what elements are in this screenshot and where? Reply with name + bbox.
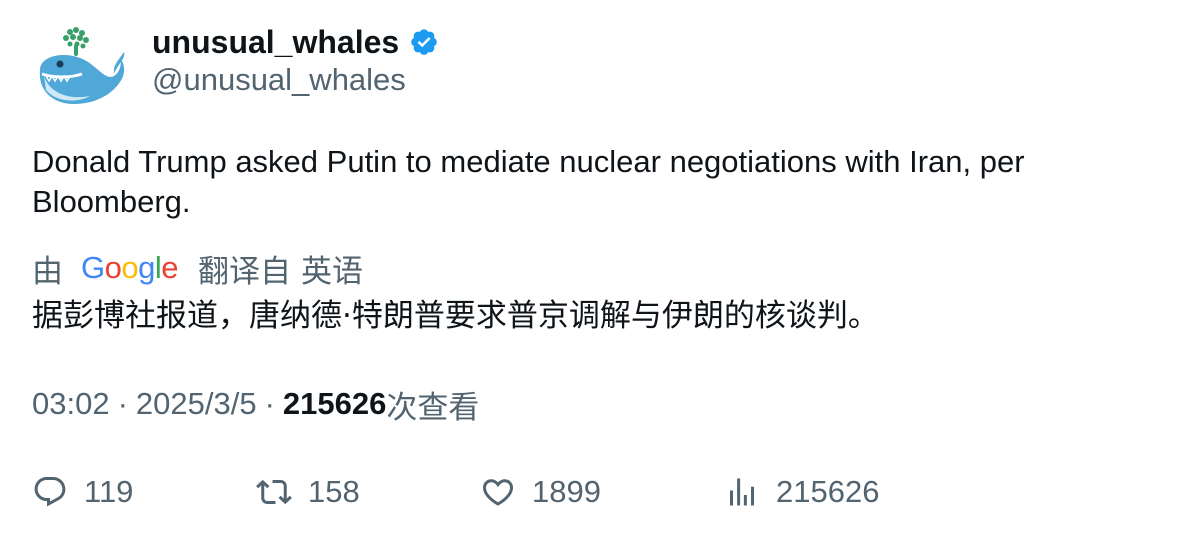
verified-badge-icon[interactable] [409, 27, 439, 57]
action-bar: 119 158 1899 215626 [32, 470, 1172, 514]
analytics-icon [730, 478, 754, 506]
tweet-meta: 03:02 · 2025/3/5 · 215626 次查看 [32, 384, 480, 425]
views-count: 215626 [282, 386, 387, 421]
retweet-icon [256, 479, 292, 505]
meta-separator: · [264, 386, 275, 421]
meta-separator: · [117, 386, 128, 421]
tweet-text: Donald Trump asked Putin to mediate nucl… [32, 144, 1025, 219]
author-display-name[interactable]: unusual_whales [152, 24, 399, 61]
like-count: 1899 [532, 474, 601, 509]
translation-by-label: 由 [32, 253, 63, 289]
reply-icon [34, 477, 66, 507]
views-label: 次查看 [386, 389, 480, 425]
tweet-date[interactable]: 2025/3/5 [136, 386, 257, 422]
avatar[interactable] [30, 24, 126, 114]
like-button[interactable]: 1899 [480, 470, 601, 514]
reply-count: 119 [84, 474, 134, 509]
google-logo-icon: Google [81, 250, 179, 285]
translation-attribution: 由 Google 翻译自 英语 [32, 246, 363, 290]
heart-icon [482, 479, 514, 506]
views-action-count: 215626 [776, 474, 880, 509]
whale-logo-icon [39, 27, 125, 104]
retweet-count: 158 [308, 474, 360, 509]
translation-from-label: 翻译自 [198, 253, 292, 289]
translation-source-language: 英语 [301, 253, 364, 289]
retweet-button[interactable]: 158 [256, 470, 360, 514]
reply-button[interactable]: 119 [32, 470, 133, 514]
tweet-time[interactable]: 03:02 [32, 386, 110, 422]
author-handle[interactable]: @unusual_whales [152, 62, 406, 98]
translated-text: 据彭博社报道，唐纳德·特朗普要求普京调解与伊朗的核谈判。 [32, 298, 879, 334]
views-button[interactable]: 215626 [724, 470, 879, 514]
author-name-row: unusual_whales [152, 22, 439, 62]
